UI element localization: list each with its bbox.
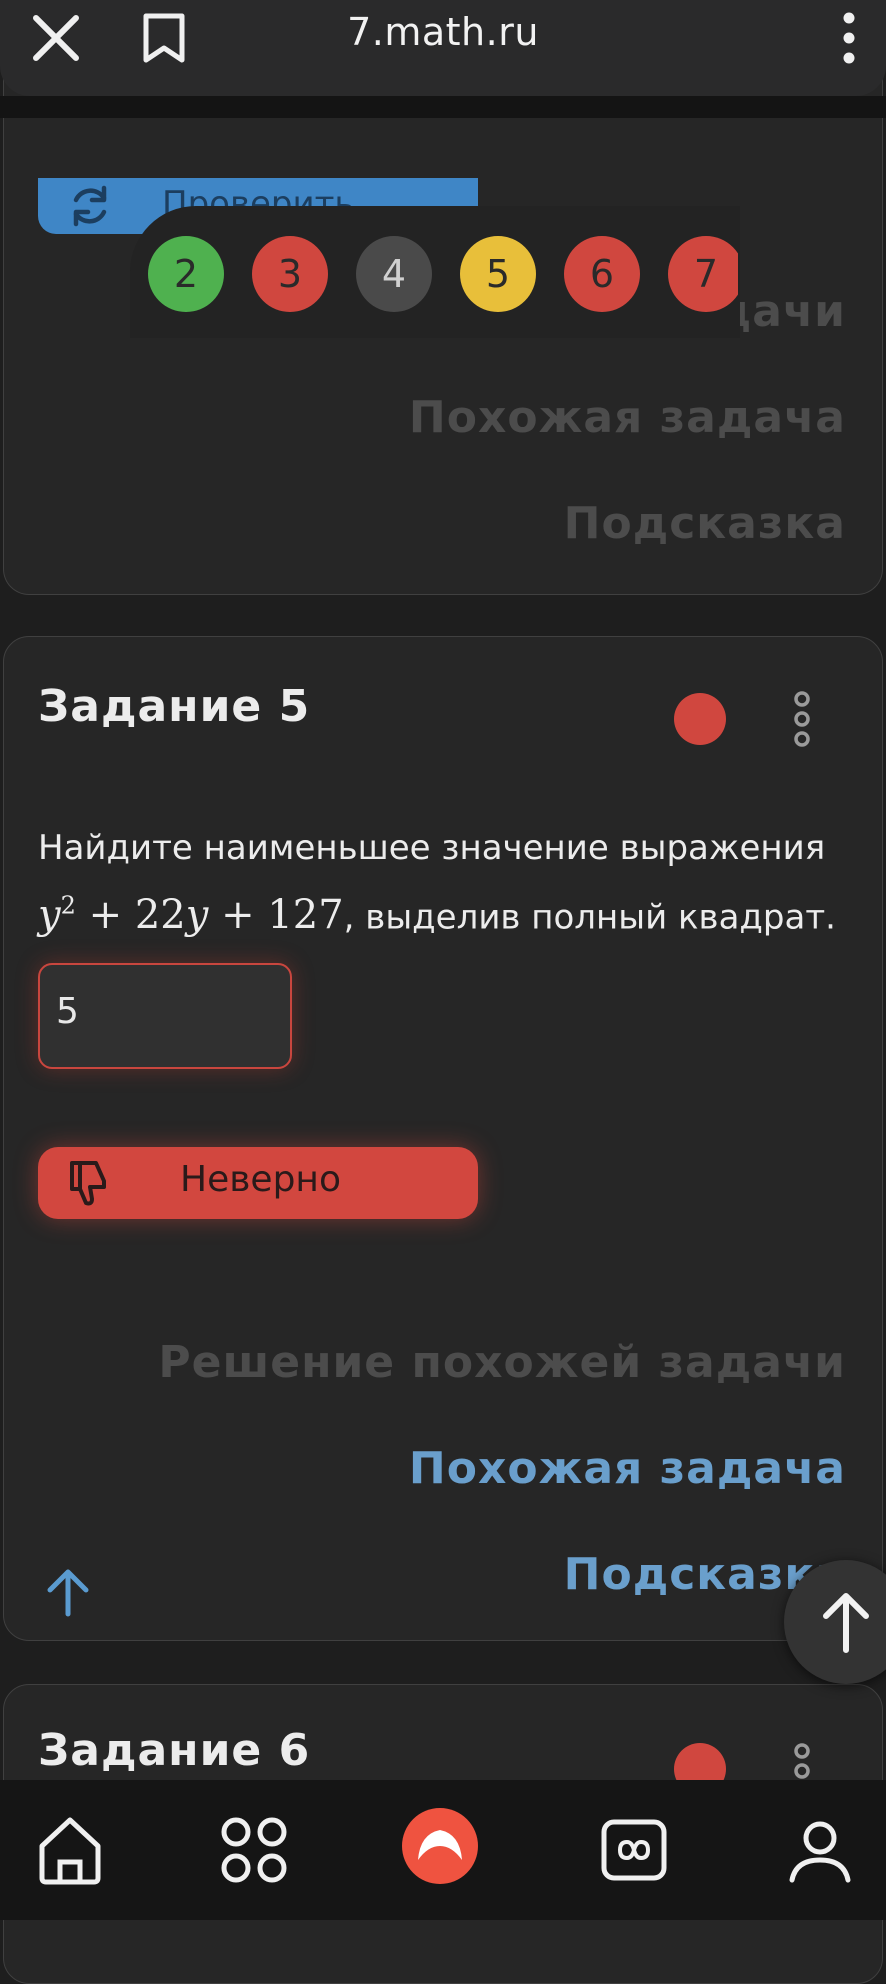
problem-text-1: Найдите наименьшее значение выражения (38, 828, 826, 868)
alice-icon[interactable] (400, 1806, 480, 1886)
similar-task-link[interactable]: Похожая задача (409, 1443, 846, 1494)
apps-icon[interactable] (214, 1810, 294, 1890)
more-options-icon[interactable] (832, 8, 866, 68)
browser-toolbar: 7.math.ru (0, 0, 886, 96)
status-badge (674, 693, 726, 745)
profile-icon[interactable] (780, 1810, 860, 1890)
task-title: Задание 6 (38, 1725, 311, 1776)
math-op: + (208, 892, 268, 939)
task-number-3[interactable]: 3 (252, 236, 328, 312)
url-text[interactable]: 7.math.ru (0, 10, 886, 54)
home-icon[interactable] (30, 1810, 110, 1890)
problem-expression: y2 + 22y + 127 (38, 892, 344, 938)
problem-text-2: , выделив полный квадрат. (343, 897, 836, 938)
task-number-5[interactable]: 5 (460, 236, 536, 312)
similar-solution-link[interactable]: Решение похожей задачи (158, 1337, 846, 1388)
refresh-icon (73, 185, 107, 227)
task-number-strip[interactable]: 1234567 (130, 206, 740, 338)
task-title: Задание 5 (38, 681, 311, 732)
task-number-4[interactable]: 4 (356, 236, 432, 312)
hint-link[interactable]: Подсказка (564, 498, 846, 549)
verdict-button[interactable]: Неверно (38, 1147, 478, 1219)
math-exponent: 2 (60, 892, 76, 920)
toolbar-shadow (0, 96, 886, 118)
task-card-5: Задание 5 Найдите наименьшее значение вы… (3, 636, 883, 1641)
math-const: 127 (267, 892, 344, 939)
math-op: + (75, 892, 135, 939)
thumbs-down-icon (70, 1161, 106, 1206)
arrow-up-icon[interactable] (40, 1564, 96, 1620)
task-card-4: Проверить 1234567 Решение похожей задачи… (3, 60, 883, 595)
games-icon[interactable] (594, 1810, 674, 1890)
math-var: y (185, 892, 209, 939)
task-number-list: 1234567 (130, 236, 738, 312)
task-number-6[interactable]: 6 (564, 236, 640, 312)
answer-input[interactable]: 5 (38, 963, 292, 1069)
task-number-2[interactable]: 2 (148, 236, 224, 312)
math-var: y (38, 892, 61, 939)
verdict-label: Неверно (180, 1159, 341, 1200)
math-coef: 22 (134, 892, 186, 939)
problem-statement: Найдите наименьшее значение выражения y2… (38, 819, 858, 946)
similar-task-link[interactable]: Похожая задача (409, 392, 846, 443)
bottom-navigation (0, 1780, 886, 1920)
arrow-up-icon (823, 1593, 869, 1653)
task-number-7[interactable]: 7 (668, 236, 738, 312)
task-menu-icon[interactable] (788, 689, 816, 749)
